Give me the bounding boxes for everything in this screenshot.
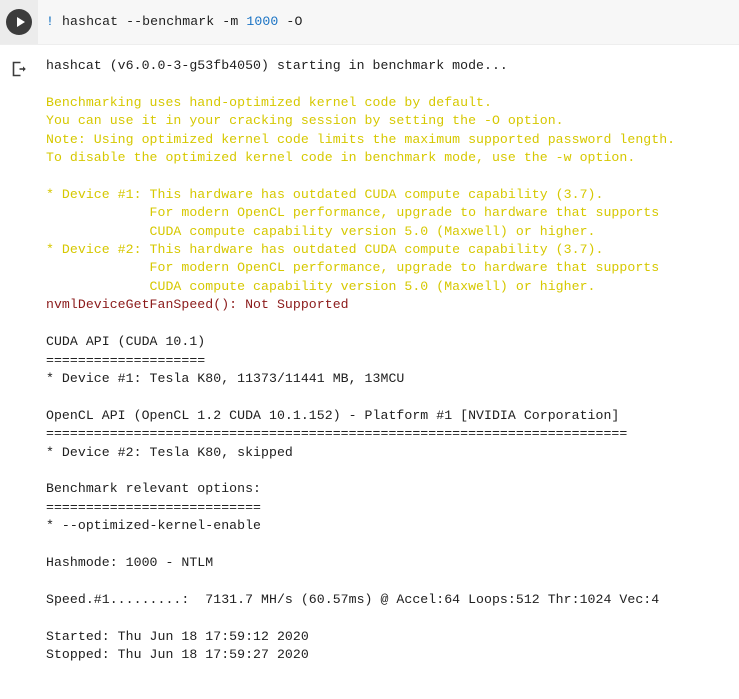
- code-input-line[interactable]: ! hashcat --benchmark -m 1000 -O: [46, 13, 302, 31]
- output-stream-icon: [12, 61, 26, 77]
- notebook-cell-container: ! hashcat --benchmark -m 1000 -O hashcat…: [0, 0, 739, 699]
- output-line: * Device #2: Tesla K80, skipped: [46, 444, 293, 460]
- output-line: Benchmark relevant options:: [46, 481, 262, 497]
- code-cell[interactable]: ! hashcat --benchmark -m 1000 -O: [0, 0, 739, 45]
- output-line: To disable the optimized kernel code in …: [46, 150, 636, 166]
- output-line: CUDA API (CUDA 10.1): [46, 334, 206, 350]
- output-line: hashcat (v6.0.0-3-g53fb4050) starting in…: [46, 58, 508, 73]
- output-text-stream: hashcat (v6.0.0-3-g53fb4050) starting in…: [38, 57, 739, 664]
- output-line: * Device #1: Tesla K80, 11373/11441 MB, …: [46, 370, 405, 386]
- output-line: ====================: [46, 352, 206, 368]
- play-icon: [16, 17, 25, 27]
- output-gutter: [0, 57, 38, 78]
- output-line: * Device #2: This hardware has outdated …: [46, 242, 604, 258]
- output-line: You can use it in your cracking session …: [46, 113, 564, 129]
- output-line: nvmlDeviceGetFanSpeed(): Not Supported: [46, 297, 349, 313]
- output-line: CUDA compute capability version 5.0 (Max…: [46, 278, 596, 294]
- output-line: Started: Thu Jun 18 17:59:12 2020: [46, 628, 309, 644]
- cell-output-block: hashcat (v6.0.0-3-g53fb4050) starting in…: [0, 45, 739, 665]
- output-line: Stopped: Thu Jun 18 17:59:27 2020: [46, 647, 309, 662]
- shell-flags-token: -O: [278, 14, 303, 29]
- shell-bang-token: !: [46, 14, 55, 29]
- output-line: * --optimized-kernel-enable: [46, 518, 262, 534]
- output-line: OpenCL API (OpenCL 1.2 CUDA 10.1.152) - …: [46, 407, 620, 423]
- output-line: * Device #1: This hardware has outdated …: [46, 186, 604, 202]
- output-line: For modern OpenCL performance, upgrade t…: [46, 260, 660, 276]
- output-line: ===========================: [46, 499, 262, 515]
- output-line: Note: Using optimized kernel code limits…: [46, 131, 676, 147]
- shell-command-token: hashcat --benchmark -m: [54, 14, 247, 29]
- hash-mode-token: 1000: [246, 14, 279, 29]
- run-cell-button[interactable]: [6, 9, 32, 35]
- output-line: For modern OpenCL performance, upgrade t…: [46, 205, 660, 221]
- output-line: Hashmode: 1000 - NTLM: [46, 554, 214, 570]
- run-cell-gutter: [0, 0, 38, 44]
- output-line: Speed.#1.........: 7131.7 MH/s (60.57ms)…: [46, 591, 660, 607]
- code-editor-area[interactable]: ! hashcat --benchmark -m 1000 -O: [38, 0, 739, 44]
- output-line: Benchmarking uses hand-optimized kernel …: [46, 94, 492, 110]
- output-line: ========================================…: [46, 426, 628, 442]
- output-line: CUDA compute capability version 5.0 (Max…: [46, 223, 596, 239]
